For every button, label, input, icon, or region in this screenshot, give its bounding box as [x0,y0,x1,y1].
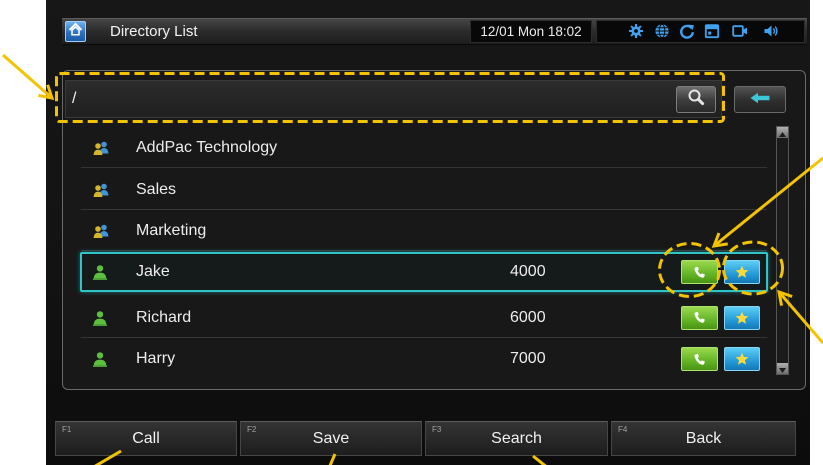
star-icon [735,311,749,325]
phone-icon [693,311,706,324]
function-key-label: Back [685,430,722,447]
home-button[interactable] [65,21,86,42]
status-icons [596,20,805,43]
list-item-name: AddPac Technology [136,139,278,156]
favorite-button[interactable] [724,260,760,284]
list-item-name: Jake [136,263,170,280]
globe-icon [654,23,670,39]
list-item-name: Richard [136,308,192,326]
page-title: Directory List [110,23,198,40]
function-key-number: F3 [432,425,442,434]
speaker-icon [763,23,779,39]
list-item-group[interactable]: Marketing [80,210,768,251]
triangle-down-icon [779,360,786,378]
list-item-group[interactable]: AddPac Technology [80,127,768,168]
search-input-value: / [72,90,77,107]
function-key-back[interactable]: F4 Back [611,421,796,456]
home-icon [68,22,83,42]
function-key-number: F4 [618,425,628,434]
group-icon [92,140,110,156]
call-button[interactable] [681,305,718,330]
person-icon [92,264,110,280]
group-icon [92,182,110,198]
person-icon [92,310,110,326]
back-button[interactable] [734,86,786,113]
arrow-left-icon [750,91,770,109]
list-item-number: 4000 [510,263,546,280]
list-item-name: Sales [136,180,177,198]
search-input[interactable]: / [65,80,722,118]
star-icon [735,352,749,366]
function-key-save[interactable]: F2 Save [240,421,422,456]
star-icon [735,265,749,279]
group-icon [92,223,110,239]
search-icon [687,88,705,111]
gear-icon [628,23,644,39]
search-button[interactable] [676,86,716,113]
phone-icon [693,353,706,366]
scroll-down-button[interactable] [777,363,788,374]
function-key-call[interactable]: F1 Call [55,421,237,456]
list-scrollbar[interactable] [776,126,789,375]
function-key-search[interactable]: F3 Search [425,421,608,456]
function-key-label: Search [491,430,542,447]
list-item-name: Harry [136,350,176,367]
scroll-up-button[interactable] [777,127,788,138]
function-key-number: F2 [247,425,257,434]
person-icon [92,351,110,367]
favorite-button[interactable] [724,305,760,330]
list-item-group[interactable]: Sales [80,168,768,210]
function-key-label: Call [132,430,160,447]
function-key-number: F1 [62,425,72,434]
function-key-label: Save [312,430,350,447]
sync-icon [679,23,695,39]
triangle-up-icon [779,124,786,142]
call-button[interactable] [681,260,718,284]
annotation-arrow-search-field [2,53,55,100]
video-icon [732,23,748,39]
phone-icon [693,266,706,279]
favorite-button[interactable] [724,347,760,371]
list-item-number: 7000 [510,350,546,367]
date-time: 12/01 Mon 18:02 [470,20,592,43]
call-button[interactable] [681,347,718,371]
list-item-name: Marketing [136,222,207,239]
list-item-contact[interactable]: Harry 7000 [80,338,768,380]
list-item-number: 6000 [510,308,546,326]
list-item-contact[interactable]: Richard 6000 [80,296,768,338]
calendar-icon [704,23,720,39]
list-item-contact-selected[interactable]: Jake 4000 [80,252,768,292]
